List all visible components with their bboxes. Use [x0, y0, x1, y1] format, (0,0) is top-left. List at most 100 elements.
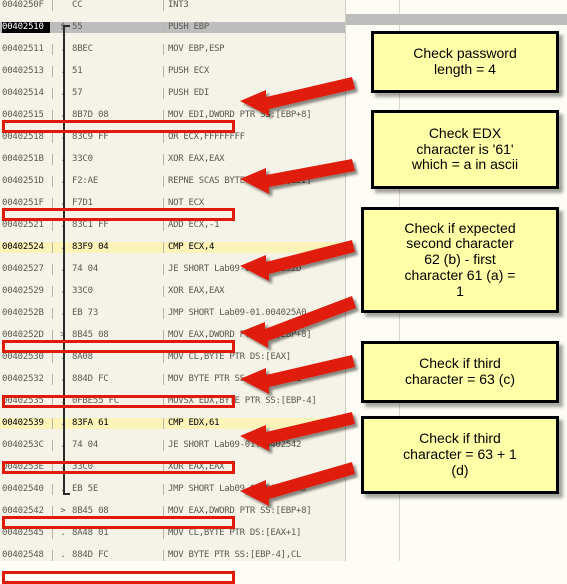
column-separator	[163, 418, 164, 429]
row-disassembly-text: REPNE SCAS BYTE PTR ES:[EDI]	[168, 176, 312, 186]
column-separator	[52, 220, 53, 231]
row-hex-dump: 8B7D 08	[72, 110, 109, 120]
callout-third-char-64-line2: character = 63 + 1	[403, 446, 517, 463]
disassembly-row[interactable]: 00402548. 884D FC MOV BYTE PTR SS:[EBP-4],…	[0, 550, 345, 561]
column-separator	[163, 154, 164, 165]
column-separator	[52, 374, 53, 385]
column-separator	[163, 44, 164, 55]
jump-bracket-bottom-tick	[63, 493, 70, 495]
row-hex-dump: 33C0	[72, 154, 93, 164]
row-disassembly-text: OR ECX,FFFFFFFF	[168, 132, 245, 142]
disassembly-row[interactable]: 0040250F CC INT3	[0, 0, 345, 11]
row-disassembly-text: PUSH EDI	[168, 88, 209, 98]
column-separator	[52, 462, 53, 473]
column-separator	[52, 88, 53, 99]
row-disassembly-text: MOV EAX,DWORD PTR SS:[EBP+8]	[168, 330, 312, 340]
row-disassembly-text: JE SHORT Lab09-01.0040252D	[168, 264, 302, 274]
column-separator	[163, 66, 164, 77]
disassembly-row[interactable]: 0040252B.EB 73JMP SHORT Lab09-01.004025A…	[0, 308, 345, 319]
disassembly-row[interactable]: 00402510$55PUSH EBP	[0, 22, 345, 33]
column-separator	[163, 132, 164, 143]
row-address: 00402524	[2, 242, 44, 252]
column-separator	[52, 308, 53, 319]
column-separator	[52, 154, 53, 165]
callout-password-length: Check password length = 4	[371, 31, 559, 93]
row-disassembly-text: CMP ECX,4	[168, 242, 215, 252]
row-hex-dump: 33C0	[72, 462, 93, 472]
row-disassembly-text: PUSH EBP	[168, 22, 209, 32]
row-hex-dump: 83FA 61	[72, 418, 109, 428]
column-separator	[52, 484, 53, 495]
row-address: 00402535	[2, 396, 44, 406]
row-disassembly-text: NOT ECX	[168, 198, 204, 208]
disassembly-row[interactable]: 0040251B.33C0XOR EAX,EAX	[0, 154, 345, 165]
column-separator	[163, 286, 164, 297]
row-address: 0040253E	[2, 462, 44, 472]
column-separator	[52, 440, 53, 451]
disassembly-row[interactable]: 00402511.8BECMOV EBP,ESP	[0, 44, 345, 55]
row-disassembly-text: MOV EBP,ESP	[168, 44, 225, 54]
column-separator	[163, 440, 164, 451]
disassembly-row[interactable]: 00402539.83FA 61CMP EDX,61	[0, 418, 345, 429]
callout-third-char-64: Check if third character = 63 + 1 (d)	[361, 416, 559, 494]
column-separator	[163, 308, 164, 319]
row-address: 00402527	[2, 264, 44, 274]
column-separator	[52, 44, 53, 55]
disassembly-row[interactable]: 00402527.74 04JE SHORT Lab09-01.0040252D	[0, 264, 345, 275]
disassembly-row[interactable]: 0040253C.74 04JE SHORT Lab09-01.00402542	[0, 440, 345, 451]
disassembly-row[interactable]: 00402529.33C0XOR EAX,EAX	[0, 286, 345, 297]
column-separator	[163, 550, 164, 561]
disassembly-row-list[interactable]: 0040250FCCINT300402510$55PUSH EBP0040251…	[0, 0, 345, 561]
row-address: 0040252B	[2, 308, 44, 318]
disassembly-row[interactable]: 00402513.51PUSH ECX	[0, 66, 345, 77]
column-separator	[163, 176, 164, 187]
column-separator	[163, 110, 164, 121]
callout-edx-61-line2: character is '61'	[416, 140, 514, 157]
row-address: 00402540	[2, 484, 44, 494]
callout-third-char-63-line1: Check if third	[419, 355, 501, 372]
row-disassembly-text: MOV EDI,DWORD PTR SS:[EBP+8]	[168, 110, 312, 120]
jump-bracket-top-tick	[63, 25, 70, 27]
row-address: 0040251B	[2, 154, 44, 164]
row-disassembly-text: JE SHORT Lab09-01.00402542	[168, 440, 302, 450]
disassembly-row[interactable]: 0040252D>8B45 08MOV EAX,DWORD PTR SS:[EB…	[0, 330, 345, 341]
row-hex-dump: CC	[72, 0, 83, 10]
row-disassembly-text: XOR EAX,EAX	[168, 154, 225, 164]
row-hex-dump: 55	[72, 22, 83, 32]
column-separator	[52, 66, 53, 77]
row-marker-icon: .	[60, 550, 66, 560]
disassembly-row[interactable]: 00402518.83C9 FFOR ECX,FFFFFFFF	[0, 132, 345, 143]
row-hex-dump: 884D FC	[72, 374, 109, 384]
row-address: 00402532	[2, 374, 44, 384]
row-address: 00402521	[2, 220, 44, 230]
row-hex-dump: 83C9 FF	[72, 132, 109, 142]
disassembly-row[interactable]: 0040251F.F7D1NOT ECX	[0, 198, 345, 209]
column-separator	[52, 528, 53, 539]
disassembly-row[interactable]: 00402542 >8B45 08 MOV EAX,DWORD PTR SS:[EB…	[0, 506, 345, 517]
column-separator	[163, 484, 164, 495]
row-address: 00402513	[2, 66, 44, 76]
disassembly-row[interactable]: 00402545. 8A48 01 MOV CL,BYTE PTR DS:[EAX+…	[0, 528, 345, 539]
disassembly-row[interactable]: 00402540.EB 5EJMP SHORT Lab09-01.004025A…	[0, 484, 345, 495]
disassembly-row[interactable]: 0040253E.33C0XOR EAX,EAX	[0, 462, 345, 473]
callout-password-length-line1: Check password	[413, 45, 517, 62]
disassembly-row[interactable]: 0040251D.F2:AEREPNE SCAS BYTE PTR ES:[ED…	[0, 176, 345, 187]
disassembly-pane[interactable]: 0040250FCCINT300402510$55PUSH EBP0040251…	[0, 0, 346, 561]
disassembly-row[interactable]: 00402515.8B7D 08MOV EDI,DWORD PTR SS:[EB…	[0, 110, 345, 121]
disassembly-row[interactable]: 00402530.8A08MOV CL,BYTE PTR DS:[EAX]	[0, 352, 345, 363]
disassembly-row[interactable]: 00402524.83F9 04CMP ECX,4	[0, 242, 345, 253]
disassembly-row[interactable]: 00402514.57PUSH EDI	[0, 88, 345, 99]
row-address: 0040253C	[2, 440, 44, 450]
column-separator	[52, 242, 53, 253]
disassembly-row[interactable]: 00402521.83C1 FFADD ECX,-1	[0, 220, 345, 231]
column-separator	[52, 198, 53, 209]
row-address: 0040252D	[2, 330, 44, 340]
column-separator	[163, 198, 164, 209]
disassembly-row[interactable]: 00402532.884D FCMOV BYTE PTR SS:[EBP-4],…	[0, 374, 345, 385]
row-hex-dump: EB 73	[72, 308, 99, 318]
callout-second-char-line4: character 61 (a) =	[404, 266, 516, 283]
disassembly-row[interactable]: 00402535.0FBE55 FCMOVSX EDX,BYTE PTR SS:…	[0, 396, 345, 407]
selected-row-band-extension	[345, 14, 567, 25]
column-separator	[52, 0, 53, 11]
row-address: 00402542	[2, 506, 44, 516]
